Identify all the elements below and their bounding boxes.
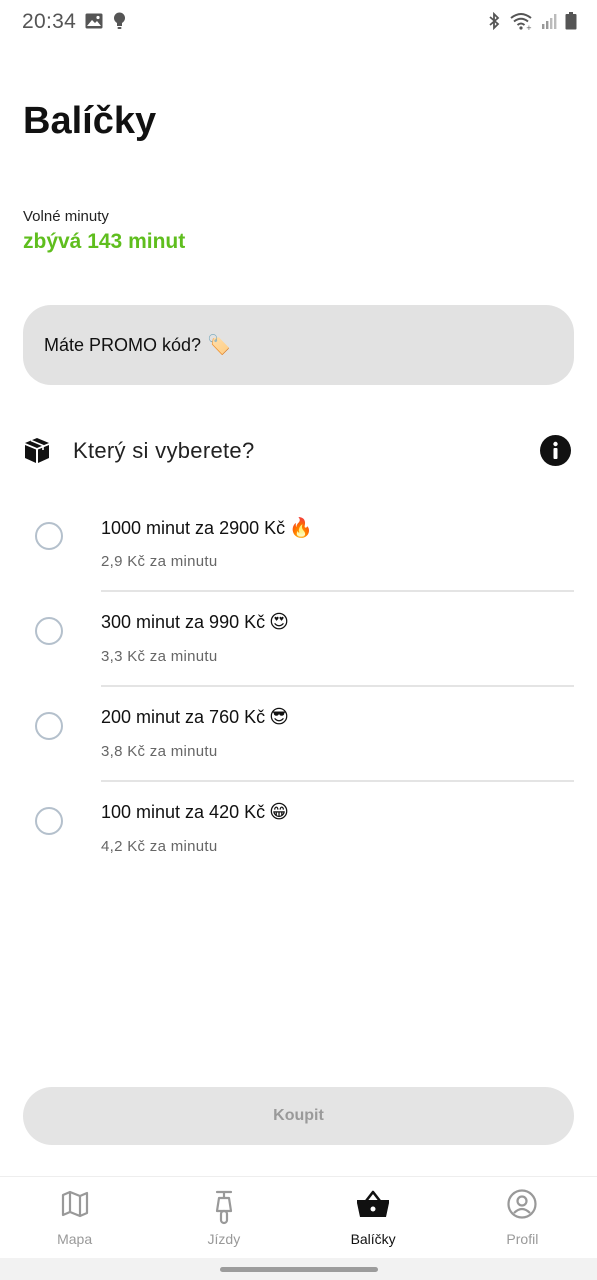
package-price-per-minute: 4,2 Kč za minutu xyxy=(101,838,218,855)
radio-button[interactable] xyxy=(35,807,63,835)
status-left-icons xyxy=(85,12,126,35)
basket-icon xyxy=(356,1189,390,1224)
bulb-icon xyxy=(113,12,126,35)
package-title: 100 minut za 420 Kč 😁 xyxy=(101,801,289,824)
package-title-text: 1000 minut za 2900 Kč xyxy=(101,518,286,538)
nav-item-rides[interactable]: Jízdy xyxy=(149,1177,298,1259)
signal-icon xyxy=(541,13,557,34)
bottom-nav: Mapa Jízdy Balíčky Profil xyxy=(0,1176,597,1259)
nav-label-packages: Balíčky xyxy=(350,1231,396,1247)
radio-button[interactable] xyxy=(35,617,63,645)
status-bar: 20:34 + xyxy=(0,0,597,46)
package-option[interactable]: 1000 minut za 2900 Kč 🔥 2,9 Kč za minutu xyxy=(0,497,597,592)
package-price-per-minute: 3,3 Kč za minutu xyxy=(101,648,218,665)
package-price-per-minute: 3,8 Kč za minutu xyxy=(101,743,218,760)
promo-code-button[interactable]: Máte PROMO kód? 🏷️ xyxy=(23,305,574,385)
free-minutes-label: Volné minuty xyxy=(23,208,109,225)
nav-label-rides: Jízdy xyxy=(207,1231,241,1247)
svg-text:+: + xyxy=(526,24,532,30)
package-title: 300 minut za 990 Kč 😍 xyxy=(101,611,289,634)
sunglasses-emoji-icon: 😎 xyxy=(269,707,289,728)
nav-item-map[interactable]: Mapa xyxy=(0,1177,149,1259)
package-title-text: 100 minut za 420 Kč xyxy=(101,802,266,822)
scooter-icon xyxy=(211,1189,237,1230)
grin-emoji-icon: 😁 xyxy=(269,802,289,823)
image-icon xyxy=(85,13,103,34)
page-title: Balíčky xyxy=(23,100,157,142)
battery-icon xyxy=(565,12,577,35)
nav-label-map: Mapa xyxy=(57,1231,93,1247)
status-right-icons: + xyxy=(487,11,577,35)
wifi-icon: + xyxy=(509,12,533,35)
package-title-text: 300 minut za 990 Kč xyxy=(101,612,266,632)
info-icon[interactable] xyxy=(540,435,571,471)
package-section-header: Který si vyberete? xyxy=(23,432,574,470)
tag-icon: 🏷️ xyxy=(207,335,231,356)
package-list: 1000 minut za 2900 Kč 🔥 2,9 Kč za minutu … xyxy=(0,497,597,877)
heart-eyes-emoji-icon: 😍 xyxy=(269,612,289,633)
status-time: 20:34 xyxy=(22,10,77,33)
gesture-bar xyxy=(0,1258,597,1280)
profile-icon xyxy=(507,1189,537,1224)
box-icon xyxy=(23,436,51,469)
promo-code-label: Máte PROMO kód? xyxy=(44,334,202,355)
package-title: 200 minut za 760 Kč 😎 xyxy=(101,706,289,729)
radio-button[interactable] xyxy=(35,712,63,740)
buy-button[interactable]: Koupit xyxy=(23,1087,574,1145)
radio-button[interactable] xyxy=(35,522,63,550)
package-option[interactable]: 200 minut za 760 Kč 😎 3,8 Kč za minutu xyxy=(0,687,597,782)
package-option[interactable]: 300 minut za 990 Kč 😍 3,3 Kč za minutu xyxy=(0,592,597,687)
map-icon xyxy=(60,1189,90,1224)
package-price-per-minute: 2,9 Kč za minutu xyxy=(101,553,218,570)
package-option[interactable]: 100 minut za 420 Kč 😁 4,2 Kč za minutu xyxy=(0,782,597,877)
fire-emoji-icon: 🔥 xyxy=(289,518,313,539)
package-title-text: 200 minut za 760 Kč xyxy=(101,707,266,727)
bluetooth-icon xyxy=(487,11,501,35)
nav-label-profile: Profil xyxy=(506,1231,539,1247)
section-title: Který si vyberete? xyxy=(73,438,255,463)
nav-item-packages[interactable]: Balíčky xyxy=(299,1177,448,1259)
package-title: 1000 minut za 2900 Kč 🔥 xyxy=(101,516,313,540)
free-minutes-value: zbývá 143 minut xyxy=(23,230,186,253)
nav-item-profile[interactable]: Profil xyxy=(448,1177,597,1259)
home-indicator[interactable] xyxy=(220,1267,378,1272)
